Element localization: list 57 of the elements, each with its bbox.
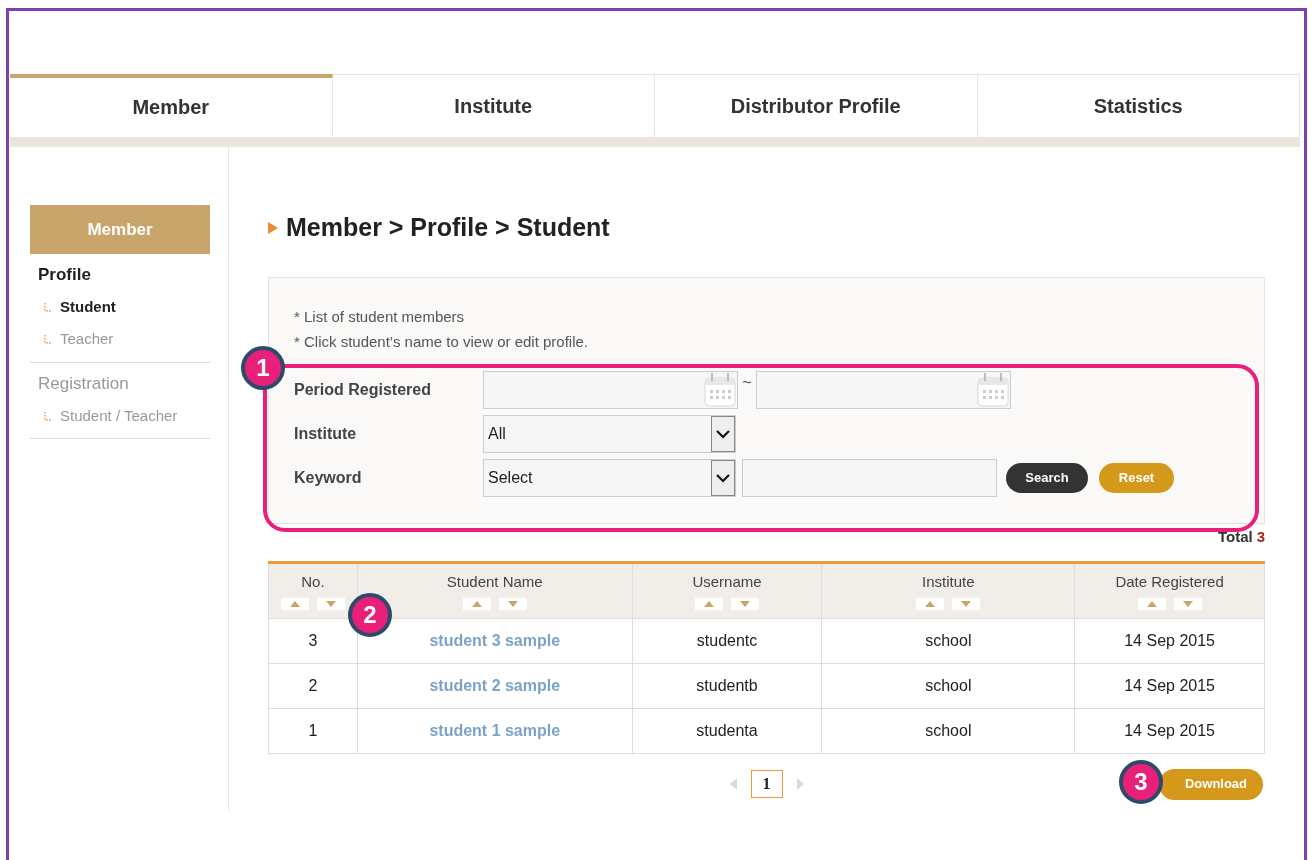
field-label: Period Registered: [294, 379, 432, 400]
calendar-icon[interactable]: [703, 371, 737, 408]
table-cell-text: 14 Sep 2015: [1124, 720, 1215, 741]
table-cell-text: 14 Sep 2015: [1124, 675, 1215, 696]
table-cell-text: 2: [308, 675, 318, 696]
sidebar-header: Member: [30, 205, 210, 254]
sidebar-item[interactable]: Student: [60, 296, 116, 319]
keyword-type-select[interactable]: Select: [483, 458, 736, 497]
sort-descending-icon[interactable]: [1173, 597, 1202, 610]
search-button[interactable]: Search: [1006, 462, 1088, 493]
table-cell-text: 3: [308, 630, 318, 651]
column-header: Student Name: [446, 572, 543, 593]
bullet-icon: [44, 411, 52, 421]
sort-descending-icon[interactable]: [498, 597, 527, 610]
table-cell-text: school: [925, 720, 972, 741]
sort-ascending-icon[interactable]: [916, 597, 945, 610]
bullet-icon: [44, 303, 52, 312]
nav-tab[interactable]: Member: [10, 74, 333, 136]
triangle-bullet-icon: [268, 221, 278, 234]
date-field[interactable]: [483, 370, 738, 409]
note-text: * Click student’s name to view or edit profile.: [294, 331, 590, 352]
table-cell-text: school: [925, 675, 972, 696]
table-cell-text: studentb: [696, 675, 758, 696]
callout-number-badge: 3: [1119, 759, 1163, 804]
total-count: 3: [1256, 527, 1265, 548]
note-text: * List of student members: [294, 306, 466, 327]
callout-number-badge: 1: [241, 345, 285, 390]
table-cell-text: school: [925, 630, 972, 651]
column-header: Username: [692, 572, 762, 593]
keyword-input[interactable]: [742, 458, 997, 497]
table-cell-text: 1: [308, 720, 318, 741]
sidebar-section[interactable]: Profile: [30, 254, 210, 292]
sort-descending-icon[interactable]: [731, 597, 760, 610]
table-cell-text: studentc: [696, 630, 758, 651]
table-cell-text: studenta: [696, 720, 758, 741]
column-header: No.: [301, 572, 325, 593]
sort-ascending-icon[interactable]: [280, 597, 309, 610]
next-page-icon[interactable]: [796, 777, 804, 790]
bullet-icon: [44, 335, 52, 344]
range-separator: ~: [741, 372, 753, 393]
page-number[interactable]: 1: [750, 769, 783, 798]
sort-descending-icon[interactable]: [316, 597, 345, 610]
date-field[interactable]: [756, 370, 1011, 409]
page-title: Member > Profile > Student: [286, 212, 610, 243]
sort-descending-icon[interactable]: [952, 597, 981, 610]
previous-page-icon[interactable]: [729, 777, 737, 790]
sort-ascending-icon[interactable]: [462, 597, 491, 610]
institute-select[interactable]: All: [483, 414, 736, 453]
sort-ascending-icon[interactable]: [695, 597, 724, 610]
calendar-icon[interactable]: [976, 371, 1010, 408]
column-header: Institute: [922, 572, 975, 593]
sort-ascending-icon[interactable]: [1137, 597, 1166, 610]
table-cell-text: 14 Sep 2015: [1124, 630, 1215, 651]
field-label: Keyword: [294, 467, 363, 488]
column-header: Date Registered: [1115, 572, 1224, 593]
field-label: Institute: [294, 423, 358, 444]
total-label: Total: [1217, 527, 1253, 548]
